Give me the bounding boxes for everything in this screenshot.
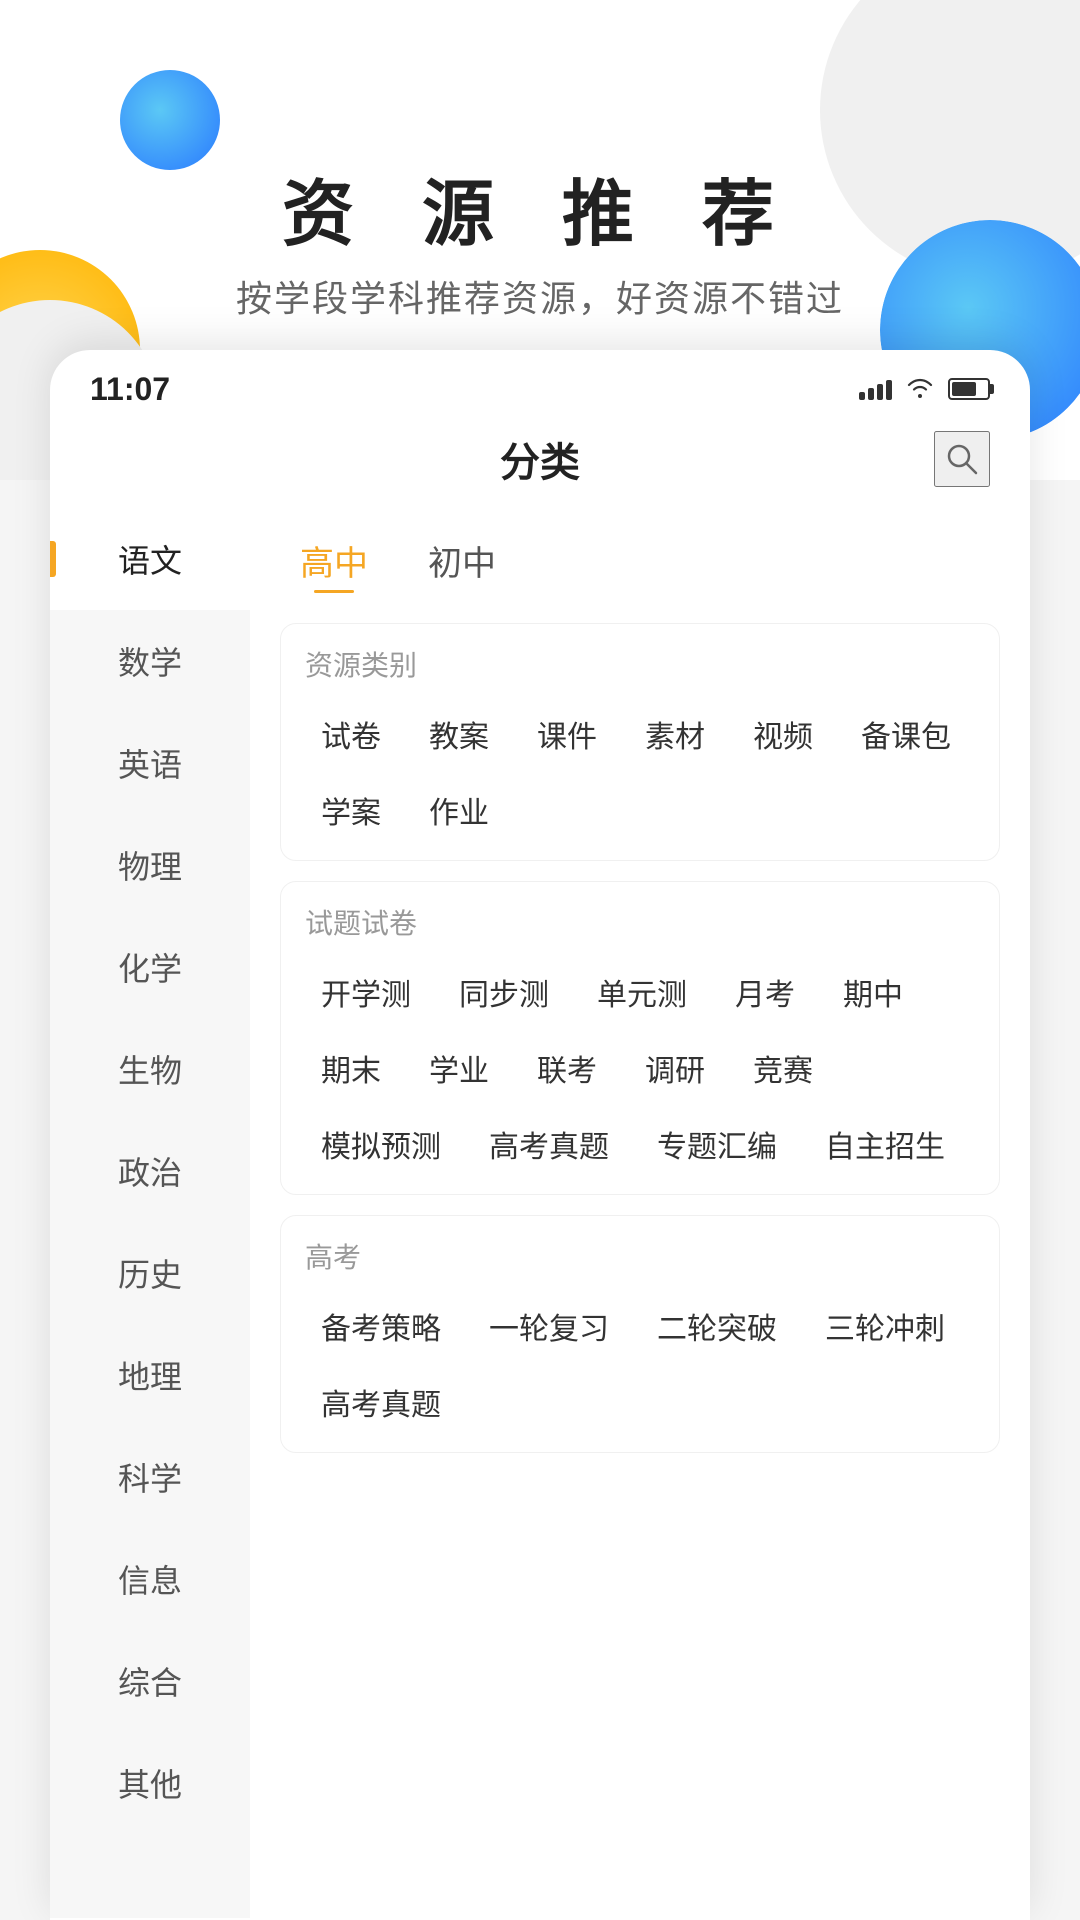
sidebar-item-数学[interactable]: 数学: [50, 610, 250, 712]
tag-视频[interactable]: 视频: [737, 704, 829, 764]
battery-icon: [948, 378, 990, 400]
nav-title: 分类: [500, 430, 580, 488]
tag-高考真题[interactable]: 高考真题: [473, 1114, 625, 1174]
wifi-icon: [906, 374, 934, 405]
tab-高中[interactable]: 高中: [290, 528, 378, 593]
sidebar-item-政治[interactable]: 政治: [50, 1120, 250, 1222]
tag-开学测[interactable]: 开学测: [305, 962, 427, 1022]
phone-frame: 11:07 分类: [50, 350, 1030, 1920]
sidebar-item-物理[interactable]: 物理: [50, 814, 250, 916]
sidebar-item-英语[interactable]: 英语: [50, 712, 250, 814]
status-icons: [859, 374, 990, 405]
right-content: 高中初中 资源类别试卷教案课件素材视频备课包学案作业试题试卷开学测同步测单元测月…: [250, 508, 1030, 1918]
tags-container-1: 开学测同步测单元测月考期中期末学业联考调研竞赛模拟预测高考真题专题汇编自主招生: [305, 962, 975, 1174]
sidebar-item-语文[interactable]: 语文: [50, 508, 250, 610]
sidebar-item-历史[interactable]: 历史: [50, 1222, 250, 1324]
section-1: 试题试卷开学测同步测单元测月考期中期末学业联考调研竞赛模拟预测高考真题专题汇编自…: [280, 881, 1000, 1195]
tag-专题汇编[interactable]: 专题汇编: [641, 1114, 793, 1174]
section-title-0: 资源类别: [305, 644, 975, 684]
tag-一轮复习[interactable]: 一轮复习: [473, 1296, 625, 1356]
page-subtitle: 按学段学科推荐资源，好资源不错过: [0, 270, 1080, 322]
tag-模拟预测[interactable]: 模拟预测: [305, 1114, 457, 1174]
tag-二轮突破[interactable]: 二轮突破: [641, 1296, 793, 1356]
tag-作业[interactable]: 作业: [413, 780, 505, 840]
tag-学案[interactable]: 学案: [305, 780, 397, 840]
tag-竞赛[interactable]: 竞赛: [737, 1038, 829, 1098]
section-0: 资源类别试卷教案课件素材视频备课包学案作业: [280, 623, 1000, 861]
tag-期中[interactable]: 期中: [827, 962, 919, 1022]
tag-单元测[interactable]: 单元测: [581, 962, 703, 1022]
sidebar-item-科学[interactable]: 科学: [50, 1426, 250, 1528]
tag-备考策略[interactable]: 备考策略: [305, 1296, 457, 1356]
search-button[interactable]: [934, 431, 990, 487]
sidebar-item-信息[interactable]: 信息: [50, 1528, 250, 1630]
tag-同步测[interactable]: 同步测: [443, 962, 565, 1022]
main-content: 语文数学英语物理化学生物政治历史地理科学信息综合其他 高中初中 资源类别试卷教案…: [50, 508, 1030, 1918]
section-title-1: 试题试卷: [305, 902, 975, 942]
tag-试卷[interactable]: 试卷: [305, 704, 397, 764]
page-title: 资 源 推 荐: [0, 155, 1080, 260]
tag-素材[interactable]: 素材: [629, 704, 721, 764]
tag-自主招生[interactable]: 自主招生: [809, 1114, 961, 1174]
tag-期末[interactable]: 期末: [305, 1038, 397, 1098]
tags-container-0: 试卷教案课件素材视频备课包学案作业: [305, 704, 975, 840]
sidebar-item-地理[interactable]: 地理: [50, 1324, 250, 1426]
status-bar: 11:07: [50, 350, 1030, 410]
tag-学业[interactable]: 学业: [413, 1038, 505, 1098]
tag-联考[interactable]: 联考: [521, 1038, 613, 1098]
sidebar-item-生物[interactable]: 生物: [50, 1018, 250, 1120]
tag-教案[interactable]: 教案: [413, 704, 505, 764]
tag-课件[interactable]: 课件: [521, 704, 613, 764]
signal-icon: [859, 378, 892, 400]
tag-备课包[interactable]: 备课包: [845, 704, 967, 764]
sidebar-item-其他[interactable]: 其他: [50, 1732, 250, 1834]
section-title-2: 高考: [305, 1236, 975, 1276]
sidebar-item-综合[interactable]: 综合: [50, 1630, 250, 1732]
sidebar-item-化学[interactable]: 化学: [50, 916, 250, 1018]
tab-初中[interactable]: 初中: [418, 528, 506, 593]
sidebar: 语文数学英语物理化学生物政治历史地理科学信息综合其他: [50, 508, 250, 1918]
nav-bar: 分类: [50, 410, 1030, 508]
status-time: 11:07: [90, 371, 170, 408]
tags-container-2: 备考策略一轮复习二轮突破三轮冲刺高考真题: [305, 1296, 975, 1432]
section-2: 高考备考策略一轮复习二轮突破三轮冲刺高考真题: [280, 1215, 1000, 1453]
tag-月考[interactable]: 月考: [719, 962, 811, 1022]
tag-高考真题[interactable]: 高考真题: [305, 1372, 457, 1432]
tag-三轮冲刺[interactable]: 三轮冲刺: [809, 1296, 961, 1356]
tabs-container: 高中初中: [270, 508, 1010, 603]
tag-调研[interactable]: 调研: [629, 1038, 721, 1098]
